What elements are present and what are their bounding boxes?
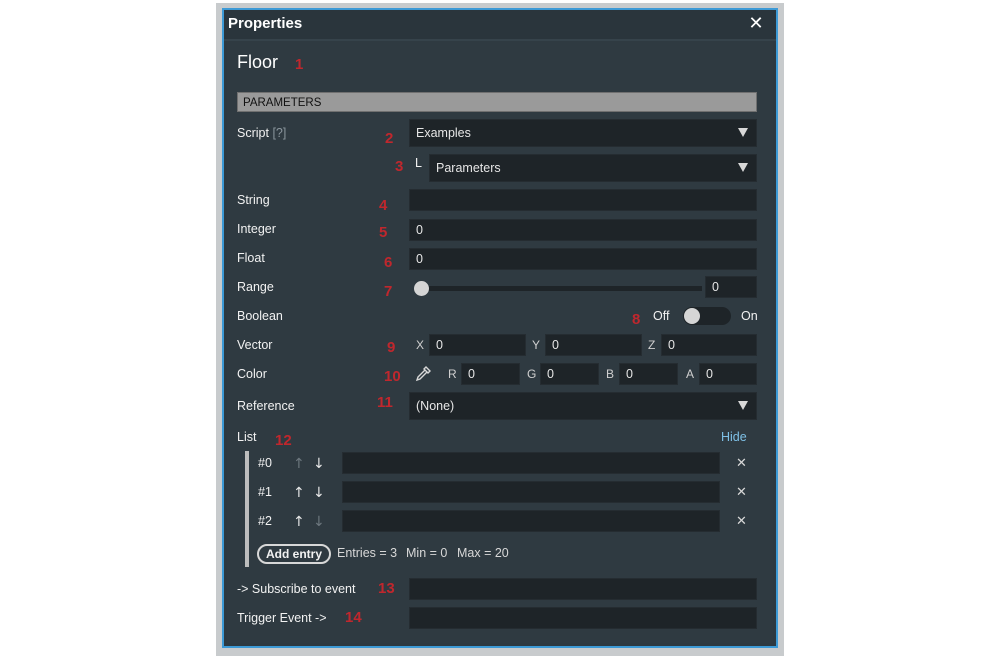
list-label: List — [237, 430, 257, 444]
list-item-index: #2 — [258, 514, 272, 528]
dropdown-arrow-icon — [738, 128, 748, 137]
remove-item-icon[interactable]: ✕ — [736, 456, 747, 471]
trigger-label: Trigger Event -> — [237, 611, 327, 625]
marker-13: 13 — [378, 580, 395, 597]
subscribe-label: -> Subscribe to event — [237, 582, 356, 596]
marker-12: 12 — [275, 432, 292, 449]
close-icon[interactable]: ✕ — [746, 13, 766, 35]
sub-script-prefix: L — [415, 156, 422, 170]
sub-script-dropdown-value: Parameters — [436, 161, 501, 175]
list-item: #2 ↑ ↓ ✕ — [227, 509, 767, 535]
properties-content: Floor 1 PARAMETERS Script [?] 2 Examples… — [227, 41, 773, 643]
string-input[interactable] — [409, 189, 757, 211]
list-item-input[interactable] — [342, 510, 720, 532]
script-label: Script [?] — [237, 126, 286, 140]
float-label: Float — [237, 251, 265, 265]
script-help-link[interactable]: [?] — [272, 126, 286, 140]
script-label-text: Script — [237, 126, 269, 140]
eyedropper-icon[interactable] — [414, 365, 432, 387]
sub-script-dropdown[interactable]: Parameters — [429, 154, 757, 182]
marker-4: 4 — [379, 197, 388, 214]
marker-8: 8 — [632, 311, 641, 328]
marker-5: 5 — [379, 224, 388, 241]
script-dropdown-value: Examples — [416, 126, 471, 140]
move-down-icon[interactable]: ↓ — [313, 515, 325, 529]
vector-y-label: Y — [532, 338, 541, 352]
toggle-off-label: Off — [653, 309, 670, 323]
vector-z-input[interactable]: 0 — [661, 334, 757, 356]
color-g-input[interactable]: 0 — [540, 363, 599, 385]
section-title: PARAMETERS — [243, 97, 322, 109]
list-entries-count: Entries = 3 — [337, 546, 398, 560]
list-max: Max = 20 — [457, 546, 509, 560]
remove-item-icon[interactable]: ✕ — [736, 514, 747, 529]
marker-3: 3 — [395, 158, 404, 175]
string-label: String — [237, 193, 270, 207]
vector-y-input[interactable]: 0 — [545, 334, 642, 356]
marker-11: 11 — [377, 394, 393, 411]
color-g-label: G — [527, 367, 537, 381]
vector-x-label: X — [416, 338, 425, 352]
color-b-label: B — [606, 367, 615, 381]
color-r-label: R — [448, 367, 457, 381]
vector-x-input[interactable]: 0 — [429, 334, 526, 356]
list-item-index: #1 — [258, 485, 272, 499]
color-a-label: A — [686, 367, 695, 381]
marker-9: 9 — [387, 339, 396, 356]
marker-6: 6 — [384, 254, 393, 271]
list-item: #0 ↑ ↓ ✕ — [227, 451, 767, 477]
marker-2: 2 — [385, 130, 394, 147]
add-entry-button[interactable]: Add entry — [257, 544, 332, 564]
list-item: #1 ↑ ↓ ✕ — [227, 480, 767, 506]
script-dropdown[interactable]: Examples — [409, 119, 757, 147]
list-hide-link[interactable]: Hide — [721, 430, 747, 444]
range-value-input[interactable]: 0 — [705, 276, 757, 298]
toggle-on-label: On — [741, 309, 758, 323]
list-item-input[interactable] — [342, 452, 720, 474]
move-down-icon[interactable]: ↓ — [313, 486, 325, 500]
subscribe-event-input[interactable] — [409, 578, 757, 600]
boolean-toggle[interactable] — [683, 307, 731, 325]
range-slider-thumb[interactable] — [414, 281, 429, 296]
marker-14: 14 — [345, 609, 362, 626]
range-slider-track[interactable] — [417, 286, 702, 291]
color-label: Color — [237, 367, 267, 381]
integer-label: Integer — [237, 222, 276, 236]
reference-dropdown[interactable]: (None) — [409, 392, 757, 420]
move-up-icon[interactable]: ↑ — [293, 515, 305, 529]
vector-label: Vector — [237, 338, 273, 352]
range-label: Range — [237, 280, 274, 294]
list-item-index: #0 — [258, 456, 272, 470]
marker-1: 1 — [295, 56, 304, 73]
integer-input[interactable]: 0 — [409, 219, 757, 241]
move-down-icon[interactable]: ↓ — [313, 457, 325, 471]
list-min: Min = 0 — [406, 546, 448, 560]
object-name: Floor — [237, 52, 279, 72]
move-up-icon[interactable]: ↑ — [293, 486, 305, 500]
color-r-input[interactable]: 0 — [461, 363, 520, 385]
trigger-event-input[interactable] — [409, 607, 757, 629]
properties-window: Properties ✕ Floor 1 PARAMETERS Script [… — [222, 8, 778, 648]
marker-7: 7 — [384, 283, 393, 300]
boolean-label: Boolean — [237, 309, 283, 323]
parameters-section-header: PARAMETERS — [237, 92, 757, 112]
color-b-input[interactable]: 0 — [619, 363, 678, 385]
title-bar[interactable]: Properties ✕ — [224, 10, 776, 41]
float-input[interactable]: 0 — [409, 248, 757, 270]
color-a-input[interactable]: 0 — [699, 363, 757, 385]
reference-label: Reference — [237, 399, 295, 413]
dropdown-arrow-icon — [738, 401, 748, 410]
vector-z-label: Z — [648, 338, 656, 352]
list-item-input[interactable] — [342, 481, 720, 503]
window-title: Properties — [228, 15, 303, 32]
reference-dropdown-value: (None) — [416, 399, 455, 413]
move-up-icon[interactable]: ↑ — [293, 457, 305, 471]
marker-10: 10 — [384, 368, 401, 385]
toggle-thumb — [684, 308, 700, 324]
remove-item-icon[interactable]: ✕ — [736, 485, 747, 500]
dropdown-arrow-icon — [738, 163, 748, 172]
